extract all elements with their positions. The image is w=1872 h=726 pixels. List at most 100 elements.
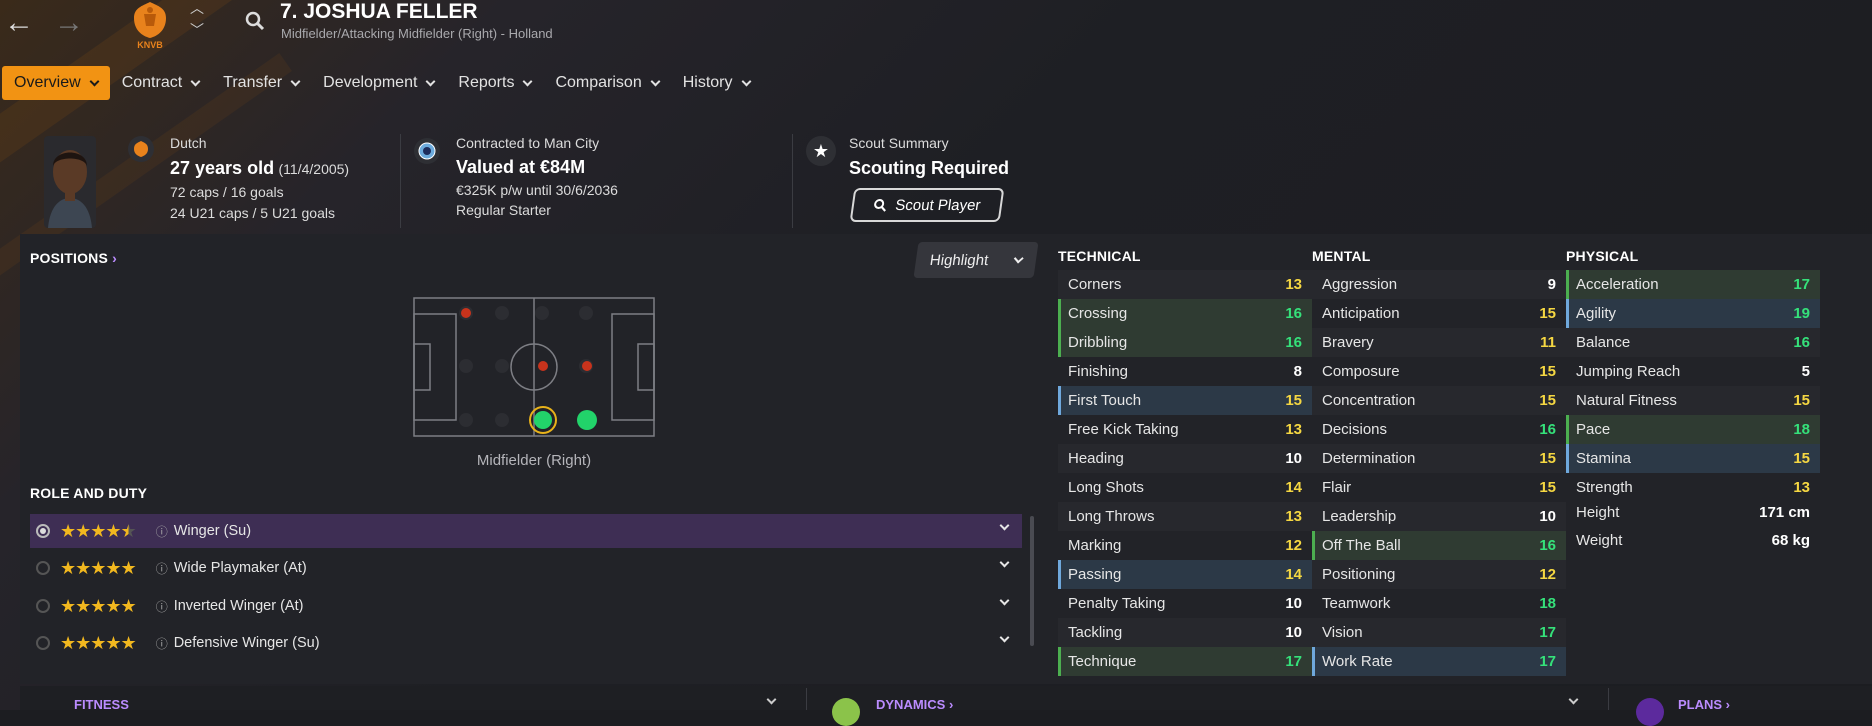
technical-list: Corners13Crossing16Dribbling16Finishing8… xyxy=(1058,270,1312,676)
search-icon[interactable] xyxy=(244,10,266,37)
tab-transfer[interactable]: Transfer xyxy=(211,66,311,100)
scout-player-label: Scout Player xyxy=(894,197,981,214)
info-icon[interactable]: ⓘ xyxy=(156,560,168,577)
chevron-down-icon[interactable] xyxy=(1000,633,1010,643)
attribute-row[interactable]: Long Shots14 xyxy=(1058,473,1312,502)
attribute-row[interactable]: First Touch15 xyxy=(1058,386,1312,415)
attribute-value: 18 xyxy=(1793,421,1810,438)
search-icon xyxy=(872,198,888,212)
radio[interactable] xyxy=(36,599,50,613)
attribute-row[interactable]: Leadership10 xyxy=(1312,502,1566,531)
physical-heading: PHYSICAL xyxy=(1566,248,1638,264)
attribute-row[interactable]: Jumping Reach5 xyxy=(1566,357,1820,386)
divider xyxy=(792,134,793,228)
chevron-down-icon[interactable] xyxy=(1000,596,1010,606)
attribute-value: 11 xyxy=(1540,334,1556,351)
attribute-row[interactable]: Anticipation15 xyxy=(1312,299,1566,328)
height-label: Height xyxy=(1576,504,1619,521)
tab-history[interactable]: History xyxy=(671,66,762,100)
attribute-row[interactable]: Penalty Taking10 xyxy=(1058,589,1312,618)
tab-label: Development xyxy=(323,66,417,100)
attribute-row[interactable]: Flair15 xyxy=(1312,473,1566,502)
attribute-row[interactable]: Agility19 xyxy=(1566,299,1820,328)
attribute-row[interactable]: Vision17 xyxy=(1312,618,1566,647)
attribute-value: 16 xyxy=(1285,305,1302,322)
positions-heading[interactable]: POSITIONS › xyxy=(30,250,117,266)
attribute-row[interactable]: Off The Ball16 xyxy=(1312,531,1566,560)
attribute-row[interactable]: Tackling10 xyxy=(1058,618,1312,647)
attribute-row[interactable]: Crossing16 xyxy=(1058,299,1312,328)
info-icon[interactable]: ⓘ xyxy=(156,598,168,615)
attribute-row[interactable]: Dribbling16 xyxy=(1058,328,1312,357)
nation-flag-icon xyxy=(128,136,154,162)
attribute-name: Acceleration xyxy=(1576,276,1659,293)
highlight-dropdown[interactable]: Highlight xyxy=(913,242,1038,278)
attribute-row[interactable]: Free Kick Taking13 xyxy=(1058,415,1312,444)
info-icon[interactable]: ⓘ xyxy=(156,523,168,540)
scout-value: Scouting Required xyxy=(849,158,1009,179)
age-line: 27 years old (11/4/2005) xyxy=(170,158,349,179)
attribute-row[interactable]: Finishing8 xyxy=(1058,357,1312,386)
weight-row: Weight68 kg xyxy=(1566,532,1820,549)
attribute-name: Strength xyxy=(1576,479,1633,496)
chevron-up-icon[interactable]: ︿ xyxy=(190,2,204,14)
tab-contract[interactable]: Contract xyxy=(110,66,211,100)
attribute-row[interactable]: Pace18 xyxy=(1566,415,1820,444)
attribute-name: Finishing xyxy=(1068,363,1128,380)
attribute-row[interactable]: Heading10 xyxy=(1058,444,1312,473)
attribute-row[interactable]: Bravery11 xyxy=(1312,328,1566,357)
attribute-row[interactable]: Decisions16 xyxy=(1312,415,1566,444)
tab-overview[interactable]: Overview xyxy=(2,66,110,100)
tab-label: Comparison xyxy=(555,66,641,100)
back-arrow-icon[interactable]: ← xyxy=(2,6,36,40)
radio[interactable] xyxy=(36,561,50,575)
attribute-value: 9 xyxy=(1548,276,1556,293)
attribute-row[interactable]: Technique17 xyxy=(1058,647,1312,676)
attribute-value: 17 xyxy=(1285,653,1302,670)
attribute-row[interactable]: Determination15 xyxy=(1312,444,1566,473)
info-icon[interactable]: ⓘ xyxy=(156,635,168,652)
attribute-row[interactable]: Passing14 xyxy=(1058,560,1312,589)
chevron-down-icon[interactable]: ﹀ xyxy=(190,24,204,36)
attribute-name: Stamina xyxy=(1576,450,1631,467)
attribute-row[interactable]: Teamwork18 xyxy=(1312,589,1566,618)
height-value: 171 cm xyxy=(1759,504,1810,521)
attribute-row[interactable]: Composure15 xyxy=(1312,357,1566,386)
role-row-inverted-winger[interactable]: ★★★★★ ⓘ Inverted Winger (At) xyxy=(30,589,1022,623)
scrollbar[interactable] xyxy=(1030,516,1034,646)
attribute-row[interactable]: Long Throws13 xyxy=(1058,502,1312,531)
radio[interactable] xyxy=(36,636,50,650)
chevron-right-icon: › xyxy=(112,250,117,266)
attribute-row[interactable]: Concentration15 xyxy=(1312,386,1566,415)
attribute-value: 13 xyxy=(1285,421,1302,438)
attribute-row[interactable]: Strength13 xyxy=(1566,473,1820,502)
chevron-down-icon xyxy=(291,76,301,86)
tab-comparison[interactable]: Comparison xyxy=(543,66,670,100)
attribute-row[interactable]: Corners13 xyxy=(1058,270,1312,299)
attribute-row[interactable]: Natural Fitness15 xyxy=(1566,386,1820,415)
rating-stars: ★★★★★ xyxy=(60,558,136,579)
attribute-row[interactable]: Balance16 xyxy=(1566,328,1820,357)
rating-stars: ★★★★★ xyxy=(60,633,136,654)
chevron-down-icon[interactable] xyxy=(1000,558,1010,568)
role-row-winger[interactable]: ★★★★★ ⓘ Winger (Su) xyxy=(30,514,1022,548)
forward-arrow-icon[interactable]: → xyxy=(52,6,86,40)
attribute-name: Determination xyxy=(1322,450,1415,467)
tab-development[interactable]: Development xyxy=(311,66,446,100)
attribute-row[interactable]: Positioning12 xyxy=(1312,560,1566,589)
radio-selected[interactable] xyxy=(36,524,50,538)
role-row-wide-playmaker[interactable]: ★★★★★ ⓘ Wide Playmaker (At) xyxy=(30,551,1022,585)
attribute-row[interactable]: Work Rate17 xyxy=(1312,647,1566,676)
physical-list: Acceleration17Agility19Balance16Jumping … xyxy=(1566,270,1820,502)
attribute-row[interactable]: Stamina15 xyxy=(1566,444,1820,473)
attribute-name: Teamwork xyxy=(1322,595,1390,612)
chevron-down-icon[interactable] xyxy=(1000,521,1010,531)
attribute-row[interactable]: Aggression9 xyxy=(1312,270,1566,299)
tab-reports[interactable]: Reports xyxy=(446,66,543,100)
chevron-down-icon xyxy=(741,76,751,86)
scout-player-button[interactable]: Scout Player xyxy=(850,188,1005,222)
attribute-row[interactable]: Acceleration17 xyxy=(1566,270,1820,299)
role-row-defensive-winger[interactable]: ★★★★★ ⓘ Defensive Winger (Su) xyxy=(30,626,1022,660)
attribute-row[interactable]: Marking12 xyxy=(1058,531,1312,560)
attribute-name: Concentration xyxy=(1322,392,1415,409)
